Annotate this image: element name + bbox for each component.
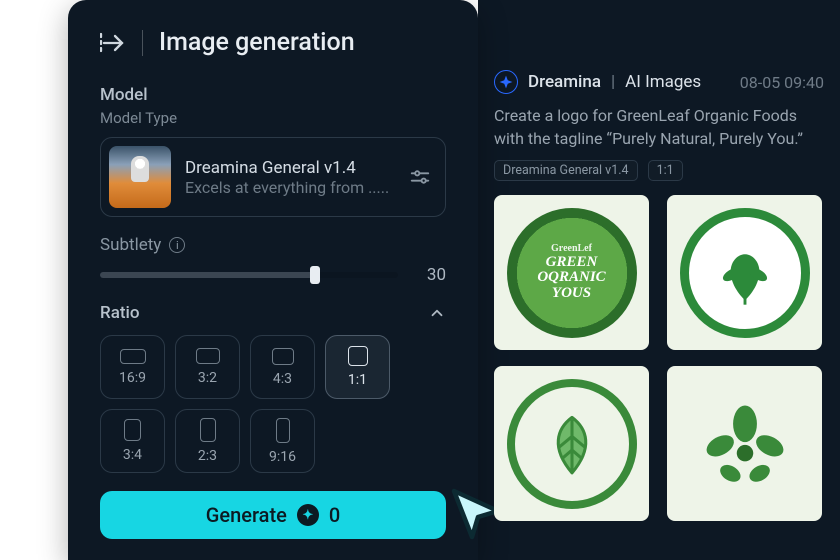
- ratio-label: Ratio: [100, 303, 140, 323]
- model-selector[interactable]: Dreamina General v1.4 Excels at everythi…: [100, 137, 446, 217]
- subtlety-label: Subtlety: [100, 235, 161, 255]
- sliders-icon[interactable]: [409, 166, 431, 188]
- ratio-toggle[interactable]: Ratio: [100, 303, 446, 323]
- panel-title: Image generation: [159, 28, 355, 57]
- model-type-label: Model Type: [100, 109, 446, 127]
- generate-credits: 0: [329, 503, 340, 527]
- generate-label: Generate: [206, 503, 287, 527]
- ratio-option-1-1[interactable]: 1:1: [325, 335, 390, 399]
- model-thumbnail: [109, 146, 171, 208]
- author-name: Dreamina: [528, 72, 601, 92]
- credit-icon: ✦: [297, 504, 319, 526]
- ratio-option-9-16[interactable]: 9:16: [250, 409, 315, 473]
- generate-button[interactable]: Generate ✦ 0: [100, 491, 446, 539]
- feed-panel: Dreamina | AI Images 08-05 09:40 Create …: [494, 70, 824, 521]
- ratio-option-4-3[interactable]: 4:3: [250, 335, 315, 399]
- expand-icon[interactable]: [100, 31, 126, 55]
- result-image[interactable]: [667, 195, 822, 350]
- model-desc: Excels at everything from .....: [185, 178, 395, 197]
- ratio-option-3-2[interactable]: 3:2: [175, 335, 240, 399]
- result-image[interactable]: [494, 366, 649, 521]
- ratio-option-2-3[interactable]: 2:3: [175, 409, 240, 473]
- category-label: AI Images: [625, 72, 701, 92]
- tag-ratio: 1:1: [648, 160, 683, 181]
- subtlety-value: 30: [416, 265, 446, 285]
- tag-model: Dreamina General v1.4: [494, 160, 638, 181]
- chevron-up-icon: [428, 304, 446, 322]
- model-section-label: Model: [100, 85, 446, 105]
- prompt-text: Create a logo for GreenLeaf Organic Food…: [494, 104, 824, 150]
- subtlety-slider[interactable]: [100, 272, 398, 278]
- result-image[interactable]: [667, 366, 822, 521]
- generation-panel: Image generation Model Model Type Dreami…: [68, 0, 478, 560]
- model-name: Dreamina General v1.4: [185, 158, 395, 178]
- author-avatar: [494, 70, 518, 94]
- info-icon[interactable]: i: [169, 237, 185, 253]
- ratio-option-3-4[interactable]: 3:4: [100, 409, 165, 473]
- separator: |: [611, 72, 615, 92]
- timestamp: 08-05 09:40: [740, 73, 824, 92]
- ratio-option-16-9[interactable]: 16:9: [100, 335, 165, 399]
- result-image[interactable]: GreenLefGREENOQRANICYOUS: [494, 195, 649, 350]
